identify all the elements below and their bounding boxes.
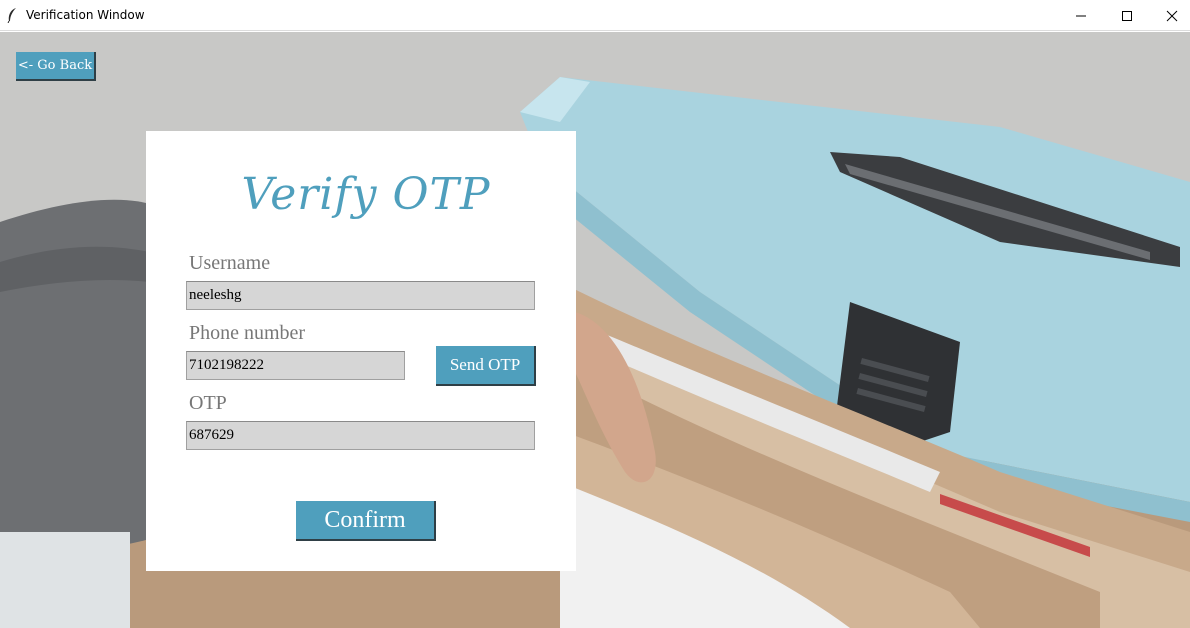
form-title: Verify OTP — [241, 169, 491, 220]
go-back-button[interactable]: <- Go Back — [16, 52, 96, 81]
window-title: Verification Window — [26, 8, 145, 22]
minimize-icon — [1076, 15, 1086, 16]
username-label: Username — [189, 252, 271, 274]
maximize-button[interactable] — [1104, 0, 1150, 31]
close-icon — [1166, 10, 1178, 21]
otp-field[interactable]: 687629 — [186, 421, 535, 450]
otp-label: OTP — [189, 392, 227, 414]
close-button[interactable] — [1149, 0, 1190, 31]
verify-otp-form: Verify OTP Username neeleshg Phone numbe… — [146, 131, 576, 571]
maximize-icon — [1122, 10, 1132, 21]
title-bar: Verification Window — [0, 0, 1190, 31]
feather-icon — [6, 7, 18, 24]
phone-label: Phone number — [189, 322, 306, 344]
minimize-button[interactable] — [1058, 0, 1104, 31]
send-otp-button[interactable]: Send OTP — [436, 346, 536, 386]
confirm-button[interactable]: Confirm — [296, 501, 436, 541]
username-field[interactable]: neeleshg — [186, 281, 535, 310]
phone-field[interactable]: 7102198222 — [186, 351, 405, 380]
